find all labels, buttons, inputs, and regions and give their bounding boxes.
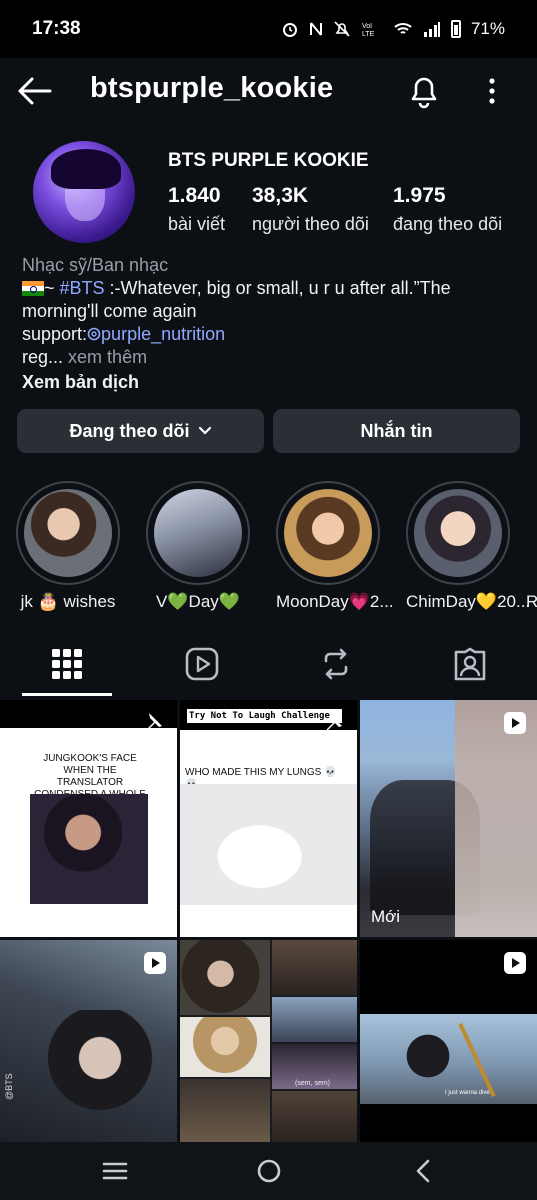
alarm-icon [282, 23, 297, 37]
india-flag-icon [22, 281, 44, 296]
highlight-item[interactable]: MoonDay💗2... [276, 481, 394, 612]
highlight-cover [414, 489, 502, 577]
more-options-icon[interactable] [480, 74, 504, 108]
bio-hashtag[interactable]: #BTS [60, 278, 105, 298]
status-time: 17:38 [32, 18, 81, 39]
stat-following-value: 1.975 [393, 184, 446, 207]
profile-tabs [0, 632, 537, 698]
bio-mention-link[interactable]: purple_nutrition [101, 324, 225, 344]
tab-grid-icon[interactable] [49, 646, 85, 682]
system-nav-bar [0, 1142, 537, 1200]
reel-icon [504, 712, 526, 734]
highlight-cover [284, 489, 372, 577]
post-thumbnail[interactable]: I just wanna dive [360, 940, 537, 1142]
post-thumbnail[interactable]: @BTS [0, 940, 177, 1142]
message-button-label: Nhắn tin [360, 420, 433, 441]
status-icons: VoI LTE 71% [281, 19, 505, 39]
post-subtitle: (sem, sem) [295, 1080, 330, 1087]
highlight-item[interactable]: V💚Day💚 [146, 481, 250, 612]
tab-reposts-icon[interactable] [318, 646, 354, 682]
stat-followers-label: người theo dõi [252, 214, 369, 234]
bio-line-1-text: :-Whatever, big or small, u r u after al… [104, 278, 451, 298]
see-more-link[interactable]: xem thêm [68, 347, 147, 367]
bio-support-prefix: support: [22, 324, 88, 344]
home-icon[interactable] [256, 1158, 282, 1184]
following-button[interactable]: Đang theo dõi [17, 409, 264, 453]
post-thumbnail[interactable]: JUNGKOOK'S FACE WHEN THE TRANSLATOR COND… [0, 700, 177, 937]
stat-following-label: đang theo dõi [393, 214, 503, 234]
profile-avatar[interactable] [33, 141, 135, 243]
bio-prefix: ~ [44, 278, 60, 298]
profile-display-name: BTS PURPLE KOOKIE [168, 150, 369, 171]
highlight-item[interactable]: R [526, 481, 537, 612]
post-watermark: @BTS [4, 1073, 14, 1100]
mute-icon [334, 21, 350, 37]
bio-line-3: support: purple_nutrition [22, 323, 522, 346]
pin-icon [323, 713, 342, 734]
volte-icon: VoILTE [362, 23, 375, 38]
back-arrow-icon[interactable] [16, 74, 52, 108]
chevron-down-icon [198, 426, 211, 435]
highlight-label: R [526, 592, 537, 611]
stat-posts-value: 1.840 [168, 184, 221, 207]
stat-following[interactable]: 1.975 đang theo dõi [393, 184, 502, 235]
svg-text:LTE: LTE [362, 31, 375, 38]
bio-truncated-text: reg... [22, 347, 64, 367]
svg-text:VoI: VoI [362, 23, 372, 30]
bio-line-2: morning'll come again [22, 301, 197, 321]
post-thumbnail[interactable]: (sem, sem) [180, 940, 357, 1142]
battery-icon [450, 20, 461, 38]
notification-bell-icon[interactable] [406, 72, 442, 110]
bio-line-4: reg... xem thêm [22, 346, 522, 369]
tab-reels-icon[interactable] [184, 646, 220, 682]
tab-tagged-icon[interactable] [452, 646, 488, 682]
wifi-icon [394, 23, 412, 34]
threads-icon [87, 327, 101, 341]
stat-followers[interactable]: 38,3K người theo dõi [252, 184, 369, 235]
status-bar: 17:38 VoI LTE 71% [0, 0, 537, 58]
system-back-icon[interactable] [413, 1158, 433, 1184]
pin-icon [143, 713, 162, 734]
highlight-label: ChimDay💛20... [406, 592, 531, 611]
highlight-item[interactable]: ChimDay💛20... [406, 481, 531, 612]
following-button-label: Đang theo dõi [69, 420, 190, 441]
recent-apps-icon[interactable] [102, 1160, 128, 1182]
profile-bio: Nhạc sỹ/Ban nhạc ~ #BTS :-Whatever, big … [22, 254, 522, 394]
reel-icon [504, 952, 526, 974]
highlight-label: jk 🎂 wishes [20, 592, 116, 611]
profile-username: btspurple_kookie [90, 72, 334, 104]
signal-icon [423, 22, 440, 37]
post-thumbnail[interactable]: Mới [360, 700, 537, 937]
battery-level: 71% [470, 19, 505, 38]
see-translation-link[interactable]: Xem bản dịch [22, 371, 522, 394]
highlight-cover [154, 489, 242, 577]
reel-icon [144, 952, 166, 974]
active-tab-indicator [22, 693, 112, 696]
new-label: Mới [371, 907, 401, 926]
post-subtitle: I just wanna dive [445, 1090, 490, 1096]
post-thumbnail[interactable]: Try Not To Laugh Challenge WHO MADE THIS… [180, 700, 357, 937]
highlight-label: MoonDay💗2... [276, 592, 394, 611]
profile-category: Nhạc sỹ/Ban nhạc [22, 255, 169, 275]
bio-line-1: ~ #BTS :-Whatever, big or small, u r u a… [22, 277, 522, 300]
highlight-item[interactable]: jk 🎂 wishes [16, 481, 120, 612]
message-button[interactable]: Nhắn tin [273, 409, 520, 453]
highlight-cover [24, 489, 112, 577]
stat-posts[interactable]: 1.840 bài viết [168, 184, 225, 235]
stat-followers-value: 38,3K [252, 184, 309, 207]
stat-posts-label: bài viết [168, 214, 226, 234]
profile-header: btspurple_kookie [0, 58, 537, 124]
highlight-label: V💚Day💚 [156, 592, 240, 611]
nfc-icon [309, 22, 322, 36]
